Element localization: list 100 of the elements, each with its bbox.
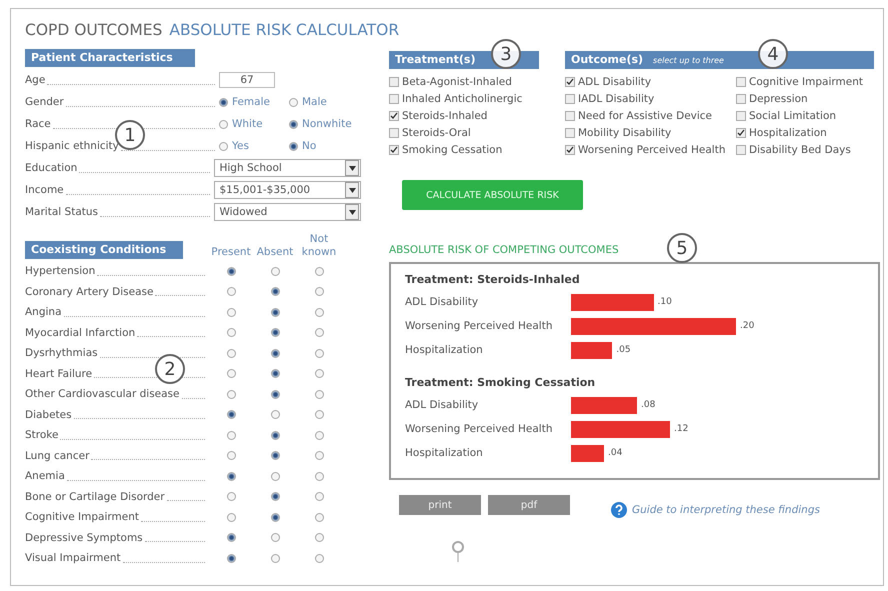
radio-button[interactable] xyxy=(226,472,236,481)
radio-button[interactable] xyxy=(226,308,236,317)
section-header: Patient Characteristics xyxy=(25,49,195,67)
dropdown[interactable]: $15,001-$35,000 xyxy=(214,181,361,199)
radio-button[interactable] xyxy=(314,554,324,563)
checkbox[interactable] xyxy=(389,94,399,104)
checkbox[interactable] xyxy=(736,144,746,154)
radio-button[interactable] xyxy=(226,348,236,358)
condition-label: Other Cardiovascular disease xyxy=(25,388,180,400)
checkbox[interactable] xyxy=(736,76,746,86)
radio-button[interactable] xyxy=(226,512,236,522)
checkbox[interactable] xyxy=(565,144,575,154)
results-title: ABSOLUTE RISK OF COMPETING OUTCOMES xyxy=(389,244,619,256)
radio-button[interactable] xyxy=(270,266,280,276)
checkbox[interactable] xyxy=(389,76,399,86)
app-title: ABSOLUTE RISK CALCULATOR xyxy=(169,21,400,39)
bar-label: ADL Disability xyxy=(405,296,480,308)
radio-button[interactable] xyxy=(314,472,324,481)
radio-button[interactable] xyxy=(270,328,280,338)
radio-button[interactable] xyxy=(226,430,236,440)
field-label: Age xyxy=(25,74,46,86)
checkbox[interactable] xyxy=(389,110,399,120)
radio-button[interactable] xyxy=(226,390,236,399)
field-label: Education xyxy=(25,162,78,174)
radio-button[interactable] xyxy=(226,410,236,420)
column-header: Present xyxy=(210,246,252,259)
checkbox[interactable] xyxy=(565,94,575,104)
checkbox[interactable] xyxy=(736,128,746,138)
radio-button[interactable] xyxy=(270,390,280,399)
checkbox-label: Hospitalization xyxy=(749,126,827,138)
radio-button[interactable] xyxy=(270,512,280,522)
radio-button[interactable] xyxy=(314,512,324,522)
caret-icon xyxy=(345,160,359,176)
radio-button[interactable] xyxy=(314,328,324,338)
radio-button[interactable] xyxy=(314,390,324,399)
radio-button[interactable] xyxy=(226,554,236,563)
chart-title: Treatment: Smoking Cessation xyxy=(405,376,596,389)
checkbox[interactable] xyxy=(565,76,575,86)
radio-button[interactable] xyxy=(314,492,324,502)
radio-button[interactable] xyxy=(226,492,236,502)
checkbox-label: Beta-Agonist-Inhaled xyxy=(402,76,512,88)
checkbox[interactable] xyxy=(389,144,399,154)
dropdown[interactable]: Widowed xyxy=(214,203,361,221)
radio-button[interactable] xyxy=(314,410,324,420)
checkbox[interactable] xyxy=(736,110,746,120)
title-prefix: COPD OUTCOMES xyxy=(25,21,162,39)
radio-button[interactable] xyxy=(226,287,236,296)
bar xyxy=(571,444,604,462)
condition-label: Anemia xyxy=(25,470,65,482)
radio-button[interactable] xyxy=(226,533,236,542)
checkbox[interactable] xyxy=(565,110,575,120)
radio-button[interactable] xyxy=(270,533,280,542)
radio-button[interactable] xyxy=(219,142,228,150)
radio-button[interactable] xyxy=(270,451,280,460)
radio-button[interactable] xyxy=(219,98,228,106)
condition-label: Myocardial Infarction xyxy=(25,326,136,339)
radio-button[interactable] xyxy=(219,120,228,128)
radio-button[interactable] xyxy=(226,266,236,276)
checkbox[interactable] xyxy=(565,128,575,138)
radio-button[interactable] xyxy=(289,120,298,128)
radio-button[interactable] xyxy=(270,472,280,481)
radio-button[interactable] xyxy=(226,451,236,460)
checkbox-label: ADL Disability xyxy=(578,76,652,88)
caret-icon xyxy=(345,204,359,220)
checkbox[interactable] xyxy=(389,128,399,138)
radio-button[interactable] xyxy=(226,369,236,378)
bar-label: Hospitalization xyxy=(405,447,484,459)
radio-button[interactable] xyxy=(226,328,236,338)
radio-button[interactable] xyxy=(270,287,280,296)
radio-button[interactable] xyxy=(314,533,324,542)
radio-button[interactable] xyxy=(270,430,280,440)
condition-label: Coronary Artery Disease xyxy=(25,286,154,298)
radio-label: No xyxy=(302,140,316,152)
radio-button[interactable] xyxy=(270,348,280,358)
condition-label: Dysrhythmias xyxy=(25,347,98,360)
radio-label: Male xyxy=(302,96,327,108)
radio-button[interactable] xyxy=(314,348,324,358)
radio-button[interactable] xyxy=(289,98,298,106)
radio-button[interactable] xyxy=(314,287,324,296)
chart-title: Treatment: Steroids-Inhaled xyxy=(405,273,581,286)
radio-button[interactable] xyxy=(270,369,280,378)
radio-button[interactable] xyxy=(314,430,324,440)
radio-button[interactable] xyxy=(289,142,298,150)
checkbox-label: Social Limitation xyxy=(749,110,836,122)
condition-label: Visual Impairment xyxy=(25,552,121,564)
radio-button[interactable] xyxy=(314,369,324,378)
checkbox[interactable] xyxy=(736,94,746,104)
radio-button[interactable] xyxy=(270,492,280,502)
radio-button[interactable] xyxy=(314,308,324,317)
radio-button[interactable] xyxy=(270,410,280,420)
bar-value: .20 xyxy=(740,321,754,331)
bar-value: .08 xyxy=(641,400,656,410)
age-field[interactable]: 67 xyxy=(219,72,275,88)
radio-button[interactable] xyxy=(270,554,280,563)
dropdown[interactable]: High School xyxy=(214,159,361,177)
checkbox-label: Cognitive Impairment xyxy=(749,76,863,88)
bar-label: Worsening Perceived Health xyxy=(405,320,554,332)
radio-button[interactable] xyxy=(270,308,280,317)
radio-button[interactable] xyxy=(314,266,324,276)
radio-button[interactable] xyxy=(314,451,324,460)
